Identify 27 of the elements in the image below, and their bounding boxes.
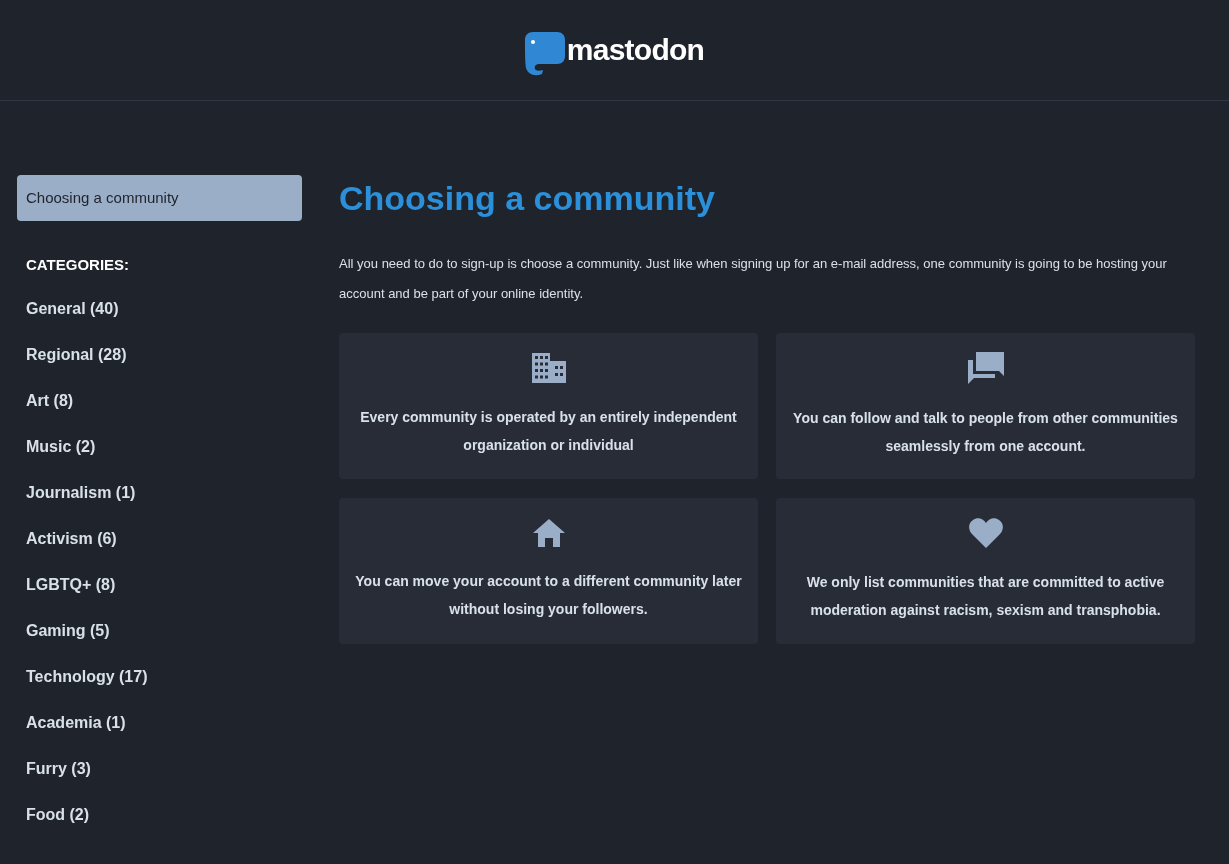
categories-heading: CATEGORIES: <box>25 255 131 275</box>
category-link[interactable]: Academia (1) <box>17 699 302 746</box>
category-link[interactable]: LGBTQ+ (8) <box>17 561 302 608</box>
category-link[interactable]: Gaming (5) <box>17 607 302 654</box>
feature-text: You can follow and talk to people from other communities seamlessly from one account. <box>792 409 1179 456</box>
category-link[interactable]: Regional (28) <box>17 331 302 378</box>
chat-icon <box>967 352 1004 384</box>
category-link[interactable]: Furry (3) <box>17 745 302 792</box>
feature-text: You can move your account to a different community later without losing your followers. <box>355 572 742 619</box>
category-link[interactable]: Art (8) <box>17 377 302 424</box>
intro-paragraph: All you need to do to sign-up is choose a community. Just like when signing up for an e-mail address, one community is going to be hosting your account and be part of your online identity. <box>339 255 1168 303</box>
category-link[interactable]: Technology (17) <box>17 653 302 700</box>
logo[interactable]: mastodon <box>524 24 705 76</box>
category-link[interactable]: Activism (6) <box>17 515 302 562</box>
category-link[interactable]: Food (2) <box>17 791 302 838</box>
category-link[interactable]: Journalism (1) <box>17 469 302 516</box>
building-icon <box>531 353 566 383</box>
category-link[interactable]: Music (2) <box>17 423 302 470</box>
sidebar-nav-item[interactable]: Choosing a community <box>17 175 302 221</box>
home-icon <box>532 519 565 547</box>
logo-text: mastodon <box>566 35 705 65</box>
feature-text: We only list communities that are committed to active moderation against racism, sexism and transphobia. <box>805 573 1166 620</box>
speech-bubble-icon <box>524 32 565 76</box>
heart-icon <box>968 518 1003 548</box>
category-link[interactable]: General (40) <box>17 285 302 332</box>
page-title: Choosing a community <box>339 181 716 215</box>
feature-text: Every community is operated by an entirely independent organization or individual <box>359 408 738 455</box>
